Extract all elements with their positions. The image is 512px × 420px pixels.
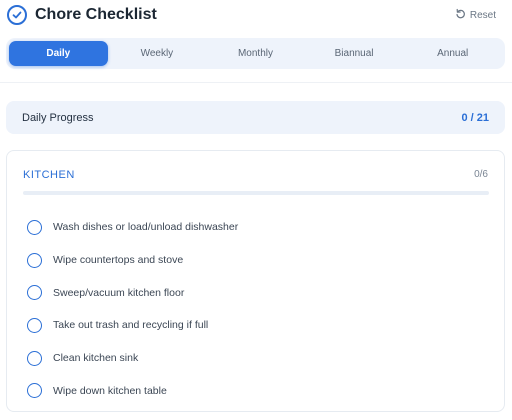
reset-label: Reset (469, 9, 496, 21)
app-header: Chore Checklist Reset (0, 0, 512, 32)
task-item[interactable]: Wipe down kitchen table (27, 374, 487, 407)
section-kitchen: KITCHEN 0/6 Wash dishes or load/unload d… (6, 150, 505, 412)
checkbox-circle-icon[interactable] (27, 285, 42, 301)
section-count: 0/6 (474, 169, 488, 180)
page-title: Chore Checklist (35, 6, 157, 23)
task-label: Wipe countertops and stove (53, 254, 184, 267)
tab-weekly[interactable]: Weekly (108, 41, 207, 66)
task-item[interactable]: Wipe countertops and stove (27, 244, 487, 277)
reset-button[interactable]: Reset (455, 7, 496, 23)
task-item[interactable]: Take out trash and recycling if full (27, 309, 487, 342)
tab-daily[interactable]: Daily (9, 41, 108, 66)
tab-monthly[interactable]: Monthly (206, 41, 305, 66)
section-progress-bar (23, 191, 489, 195)
progress-value: 0 / 21 (461, 111, 489, 124)
task-label: Wash dishes or load/unload dishwasher (53, 221, 239, 234)
divider (0, 82, 512, 83)
checkbox-circle-icon[interactable] (27, 252, 42, 268)
progress-label: Daily Progress (22, 111, 94, 124)
progress-card: Daily Progress 0 / 21 (6, 101, 505, 134)
task-label: Take out trash and recycling if full (53, 319, 209, 332)
task-item[interactable]: Wash dishes or load/unload dishwasher (27, 211, 487, 244)
section-title: KITCHEN (23, 169, 75, 181)
checkbox-circle-icon[interactable] (27, 317, 42, 333)
task-item[interactable]: Sweep/vacuum kitchen floor (27, 276, 487, 309)
task-label: Clean kitchen sink (53, 352, 139, 365)
tab-annual[interactable]: Annual (403, 41, 502, 66)
period-tabs: Daily Weekly Monthly Biannual Annual (6, 38, 505, 69)
checkbox-circle-icon[interactable] (27, 219, 42, 235)
task-list: Wash dishes or load/unload dishwasher Wi… (27, 211, 487, 407)
task-label: Wipe down kitchen table (53, 384, 167, 397)
task-item[interactable]: Clean kitchen sink (27, 342, 487, 375)
check-circle-icon (7, 5, 27, 25)
tab-biannual[interactable]: Biannual (305, 41, 404, 66)
checkbox-circle-icon[interactable] (27, 350, 42, 366)
task-label: Sweep/vacuum kitchen floor (53, 286, 185, 299)
checkbox-circle-icon[interactable] (27, 383, 42, 399)
rotate-ccw-icon (455, 8, 466, 22)
